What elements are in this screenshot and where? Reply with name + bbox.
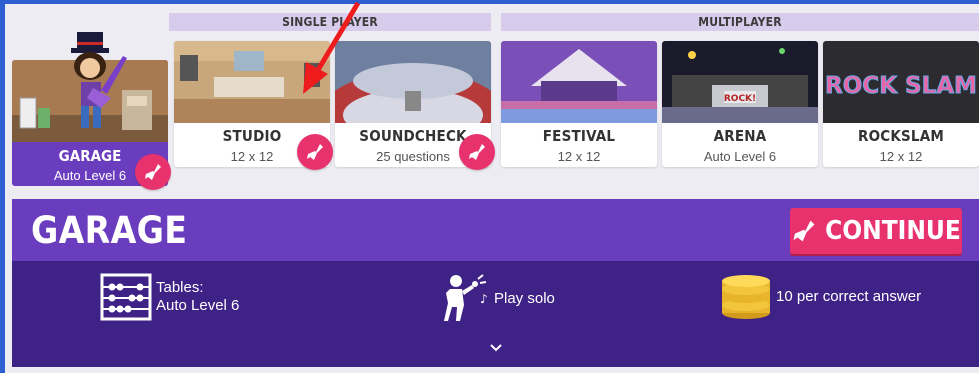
- game-mode-screen: SINGLE PLAYER MULTIPLAYER GARAGE Auto Le…: [5, 4, 979, 373]
- selected-mode-title: GARAGE: [31, 209, 188, 252]
- festival-mode-name: FESTIVAL: [542, 127, 616, 145]
- arena-mode-name: ARENA: [713, 127, 767, 145]
- guitar-icon: [793, 220, 815, 242]
- chevron-down-icon: [490, 344, 502, 352]
- garage-play-button[interactable]: [135, 154, 171, 190]
- rockslam-mode-card[interactable]: ROCK SLAM ROCKSLAM 12 x 12: [823, 41, 979, 167]
- guitar-icon: [307, 144, 323, 160]
- expand-toggle[interactable]: [490, 339, 502, 355]
- rockslam-logo-text: ROCK SLAM: [825, 73, 977, 99]
- festival-thumbnail: [501, 41, 657, 123]
- arena-sign-text: ROCK!: [724, 94, 756, 104]
- singer-icon: ♪: [444, 274, 488, 321]
- continue-label: CONTINUE: [825, 216, 961, 246]
- single-player-header: SINGLE PLAYER: [169, 13, 491, 31]
- play-mode-info: ♪ Play solo: [440, 273, 555, 323]
- tables-value: Auto Level 6: [156, 297, 240, 314]
- festival-mode-card[interactable]: FESTIVAL 12 x 12: [501, 41, 657, 167]
- guitar-icon: [469, 144, 485, 160]
- abacus-icon: [100, 273, 152, 321]
- rockslam-mode-subtitle: 12 x 12: [879, 149, 923, 164]
- festival-mode-subtitle: 12 x 12: [557, 149, 601, 164]
- continue-button[interactable]: CONTINUE: [790, 208, 962, 254]
- tables-label: Tables:: [156, 279, 204, 296]
- guitar-icon: [145, 164, 161, 180]
- multiplayer-header: MULTIPLAYER: [501, 13, 979, 31]
- soundcheck-play-button[interactable]: [459, 134, 495, 170]
- tables-info: Tables: Auto Level 6: [100, 273, 239, 321]
- rockslam-thumbnail: ROCK SLAM: [823, 41, 979, 123]
- soundcheck-thumbnail: [335, 41, 491, 123]
- studio-thumbnail: [174, 41, 330, 123]
- mode-detail-header: GARAGE CONTINUE: [12, 199, 979, 261]
- arena-mode-subtitle: Auto Level 6: [703, 149, 777, 164]
- coins-icon: [722, 275, 770, 319]
- coins-info: 10 per correct answer: [720, 271, 921, 321]
- play-mode-label: Play solo: [494, 289, 555, 307]
- rockstar-character: [71, 32, 127, 128]
- svg-text:♪: ♪: [480, 292, 488, 306]
- rockslam-mode-name: ROCKSLAM: [857, 127, 945, 145]
- studio-play-button[interactable]: [297, 134, 333, 170]
- arena-mode-card[interactable]: ROCK! ARENA Auto Level 6: [662, 41, 818, 167]
- arena-thumbnail: ROCK!: [662, 41, 818, 123]
- mode-detail-info: Tables: Auto Level 6 ♪ Play solo 10 per …: [12, 261, 979, 367]
- coins-label: 10 per correct answer: [776, 287, 922, 305]
